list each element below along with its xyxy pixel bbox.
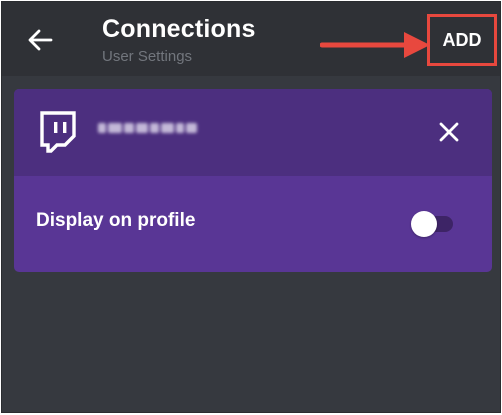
display-on-profile-toggle[interactable] [411,211,455,237]
connections-screen: Connections User Settings ADD Display on… [1,1,501,413]
close-icon [439,122,459,142]
page-title: Connections [102,15,256,43]
toggle-knob [411,211,437,237]
back-button[interactable] [24,24,56,56]
connection-settings: Display on profile [14,176,492,272]
red-arrow-annotation [320,32,430,58]
top-bar: Connections User Settings ADD [2,2,500,76]
page-subtitle: User Settings [102,48,193,65]
title-block: Connections User Settings [102,14,256,67]
back-arrow-icon [28,29,53,51]
remove-connection-button[interactable] [434,117,464,147]
display-on-profile-label: Display on profile [36,210,196,231]
twitch-connection-card: Display on profile [14,89,492,272]
connection-header [14,89,492,176]
add-button-highlight [427,14,497,66]
redacted-username [98,123,197,133]
twitch-icon [40,111,76,153]
